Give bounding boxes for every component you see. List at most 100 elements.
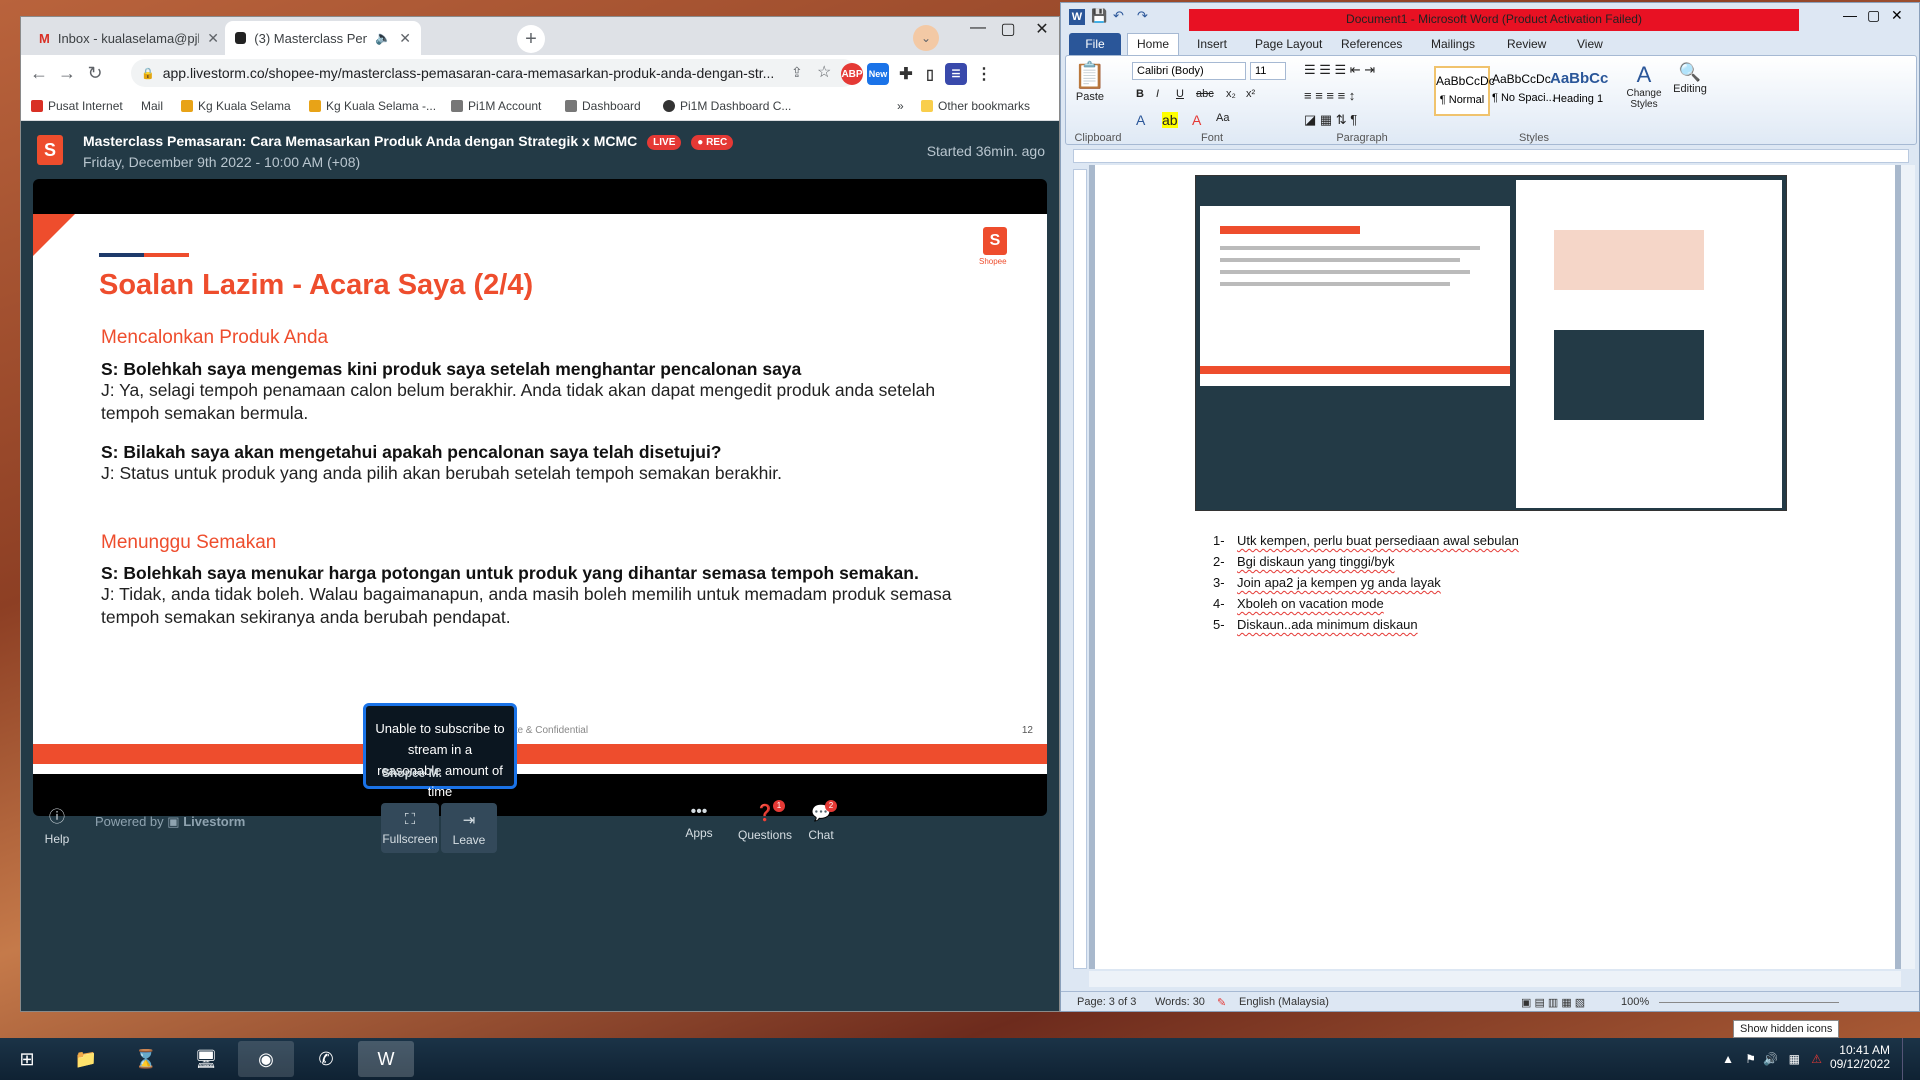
- save-icon[interactable]: 💾: [1091, 8, 1107, 24]
- profile-icon[interactable]: ☰: [945, 63, 967, 85]
- chrome-menu-icon[interactable]: ⋮: [973, 63, 995, 85]
- fullscreen-button[interactable]: ⛶ Fullscreen: [381, 803, 439, 853]
- start-button[interactable]: ⊞: [4, 1041, 50, 1077]
- editing-button[interactable]: 🔍 Editing: [1670, 62, 1710, 95]
- undo-icon[interactable]: ↶: [1113, 8, 1124, 24]
- tab-search-button[interactable]: ⌄: [913, 25, 939, 51]
- paste-button[interactable]: 📋 Paste: [1070, 60, 1110, 116]
- share-icon[interactable]: ⇪: [791, 64, 803, 81]
- view-buttons-icon[interactable]: ▣ ▤ ▥ ▦ ▧: [1521, 996, 1585, 1009]
- file-explorer-icon[interactable]: 📁: [58, 1041, 114, 1077]
- bookmark-star-icon[interactable]: ☆: [817, 62, 831, 82]
- redo-icon[interactable]: ↷: [1137, 8, 1148, 24]
- tab-insert[interactable]: Insert: [1197, 37, 1227, 51]
- tab-review[interactable]: Review: [1507, 37, 1546, 51]
- bookmark-pusat-internet[interactable]: Pusat Internet: [31, 99, 123, 113]
- close-tab-icon[interactable]: ✕: [207, 30, 219, 47]
- volume-icon[interactable]: 🔊: [1763, 1052, 1778, 1066]
- ext-new-icon[interactable]: New: [867, 63, 889, 85]
- tab-references[interactable]: References: [1341, 37, 1402, 51]
- side-panel-icon[interactable]: ▯: [919, 63, 941, 85]
- bookmark-kg-kuala-selama[interactable]: Kg Kuala Selama: [181, 99, 291, 113]
- address-bar[interactable]: 🔒 app.livestorm.co/shopee-my/masterclass…: [131, 59, 857, 87]
- tab-gmail[interactable]: M Inbox - kualaselama@pjk.com.m ✕: [29, 21, 229, 55]
- list-number: 4-: [1213, 596, 1225, 611]
- media-app-icon[interactable]: 🖥: [178, 1041, 234, 1077]
- clock[interactable]: 10:41 AM 09/12/2022: [1830, 1043, 1890, 1071]
- close-tab-icon[interactable]: ✕: [399, 30, 411, 47]
- hourglass-app-icon[interactable]: ⌛: [118, 1041, 174, 1077]
- style-no-spacing[interactable]: AaBbCcDc ¶ No Spaci...: [1492, 66, 1555, 116]
- show-desktop-button[interactable]: [1902, 1038, 1916, 1080]
- reload-button[interactable]: ↻: [81, 63, 109, 84]
- list-number: 2-: [1213, 554, 1225, 569]
- adblock-icon[interactable]: ABP: [841, 63, 863, 85]
- change-case-icon[interactable]: Aa: [1216, 112, 1229, 124]
- proofing-icon[interactable]: ✎: [1217, 996, 1226, 1009]
- subscript-button[interactable]: x₂: [1226, 88, 1236, 100]
- minimize-button[interactable]: —: [1843, 7, 1857, 23]
- forward-button[interactable]: →: [53, 63, 81, 84]
- page-count[interactable]: Page: 3 of 3: [1077, 996, 1136, 1008]
- power-icon[interactable]: ⚠: [1811, 1052, 1822, 1066]
- bookmark-kg-kuala-selama-2[interactable]: Kg Kuala Selama -...: [309, 99, 436, 113]
- bold-button[interactable]: B: [1136, 88, 1144, 100]
- chat-button[interactable]: 💬 2 Chat: [793, 800, 849, 842]
- help-button[interactable]: ⓘ Help: [29, 803, 85, 846]
- zoom-slider[interactable]: [1659, 1002, 1839, 1003]
- word-taskbar-icon[interactable]: W: [358, 1041, 414, 1077]
- bookmarks-overflow-icon[interactable]: »: [897, 99, 904, 113]
- word-count[interactable]: Words: 30: [1155, 996, 1205, 1008]
- align-buttons-icon[interactable]: ≡ ≡ ≡ ≡ ↕: [1304, 88, 1355, 103]
- bookmark-dashboard[interactable]: Dashboard: [565, 99, 641, 113]
- zoom-level[interactable]: 100%: [1621, 996, 1649, 1008]
- chrome-taskbar-icon[interactable]: ◉: [238, 1041, 294, 1077]
- network-icon[interactable]: ▦: [1789, 1052, 1800, 1066]
- strikethrough-button[interactable]: abc: [1196, 88, 1214, 100]
- tab-livestorm[interactable]: (3) Masterclass Pemasaran: C 🔈 ✕: [225, 21, 421, 55]
- back-button[interactable]: ←: [25, 63, 53, 84]
- bullets-icon[interactable]: ☰ ☰ ☰ ⇤ ⇥: [1304, 62, 1375, 78]
- language-indicator[interactable]: English (Malaysia): [1239, 996, 1329, 1008]
- questions-button[interactable]: ❓ 1 Questions: [733, 800, 797, 842]
- bookmark-pi1m-account[interactable]: Pi1M Account: [451, 99, 541, 113]
- italic-button[interactable]: I: [1156, 88, 1159, 100]
- bookmark-pi1m-dashboard[interactable]: Pi1M Dashboard C...: [663, 99, 791, 113]
- apps-icon: •••: [690, 803, 708, 820]
- action-center-icon[interactable]: ⚑: [1745, 1052, 1756, 1066]
- tab-view[interactable]: View: [1577, 37, 1603, 51]
- vertical-scrollbar[interactable]: [1901, 165, 1915, 969]
- tab-home[interactable]: Home: [1127, 33, 1179, 55]
- other-bookmarks[interactable]: Other bookmarks: [921, 99, 1030, 113]
- style-normal[interactable]: AaBbCcDc ¶ Normal: [1434, 66, 1495, 116]
- tab-page-layout[interactable]: Page Layout: [1255, 37, 1322, 51]
- highlight-icon[interactable]: ab: [1162, 112, 1178, 128]
- underline-button[interactable]: U: [1176, 88, 1184, 100]
- shading-borders-icon[interactable]: ◪ ▦ ⇅ ¶: [1304, 112, 1357, 128]
- extensions-icon[interactable]: ✚: [895, 63, 917, 85]
- minimize-button[interactable]: —: [963, 19, 993, 37]
- document-page[interactable]: 1- Utk kempen, perlu buat persediaan awal…: [1095, 165, 1895, 969]
- new-tab-button[interactable]: +: [517, 25, 545, 53]
- bookmark-mail[interactable]: Mail: [141, 99, 163, 113]
- show-hidden-icons-button[interactable]: ▲: [1722, 1052, 1734, 1066]
- restore-button[interactable]: ▢: [1867, 7, 1880, 24]
- text-effects-icon[interactable]: A: [1136, 112, 1145, 128]
- leave-button[interactable]: ⇥ Leave: [441, 803, 497, 853]
- whatsapp-taskbar-icon[interactable]: ✆: [298, 1041, 354, 1077]
- change-styles-button[interactable]: A Change Styles: [1622, 62, 1666, 110]
- font-name-select[interactable]: Calibri (Body): [1132, 62, 1246, 80]
- audio-icon[interactable]: 🔈: [375, 30, 391, 46]
- apps-button[interactable]: ••• Apps: [671, 803, 727, 840]
- maximize-button[interactable]: ▢: [993, 19, 1023, 39]
- horizontal-scrollbar[interactable]: [1089, 971, 1901, 987]
- tab-mailings[interactable]: Mailings: [1431, 37, 1475, 51]
- bookmark-label: Other bookmarks: [938, 99, 1031, 113]
- close-window-button[interactable]: ✕: [1027, 19, 1057, 39]
- style-heading1[interactable]: AaBbCc Heading 1: [1550, 66, 1608, 116]
- superscript-button[interactable]: x²: [1246, 88, 1255, 100]
- tab-file[interactable]: File: [1069, 33, 1121, 55]
- font-size-select[interactable]: 11: [1250, 62, 1286, 80]
- close-window-button[interactable]: ✕: [1891, 7, 1903, 24]
- font-color-icon[interactable]: A: [1192, 112, 1201, 128]
